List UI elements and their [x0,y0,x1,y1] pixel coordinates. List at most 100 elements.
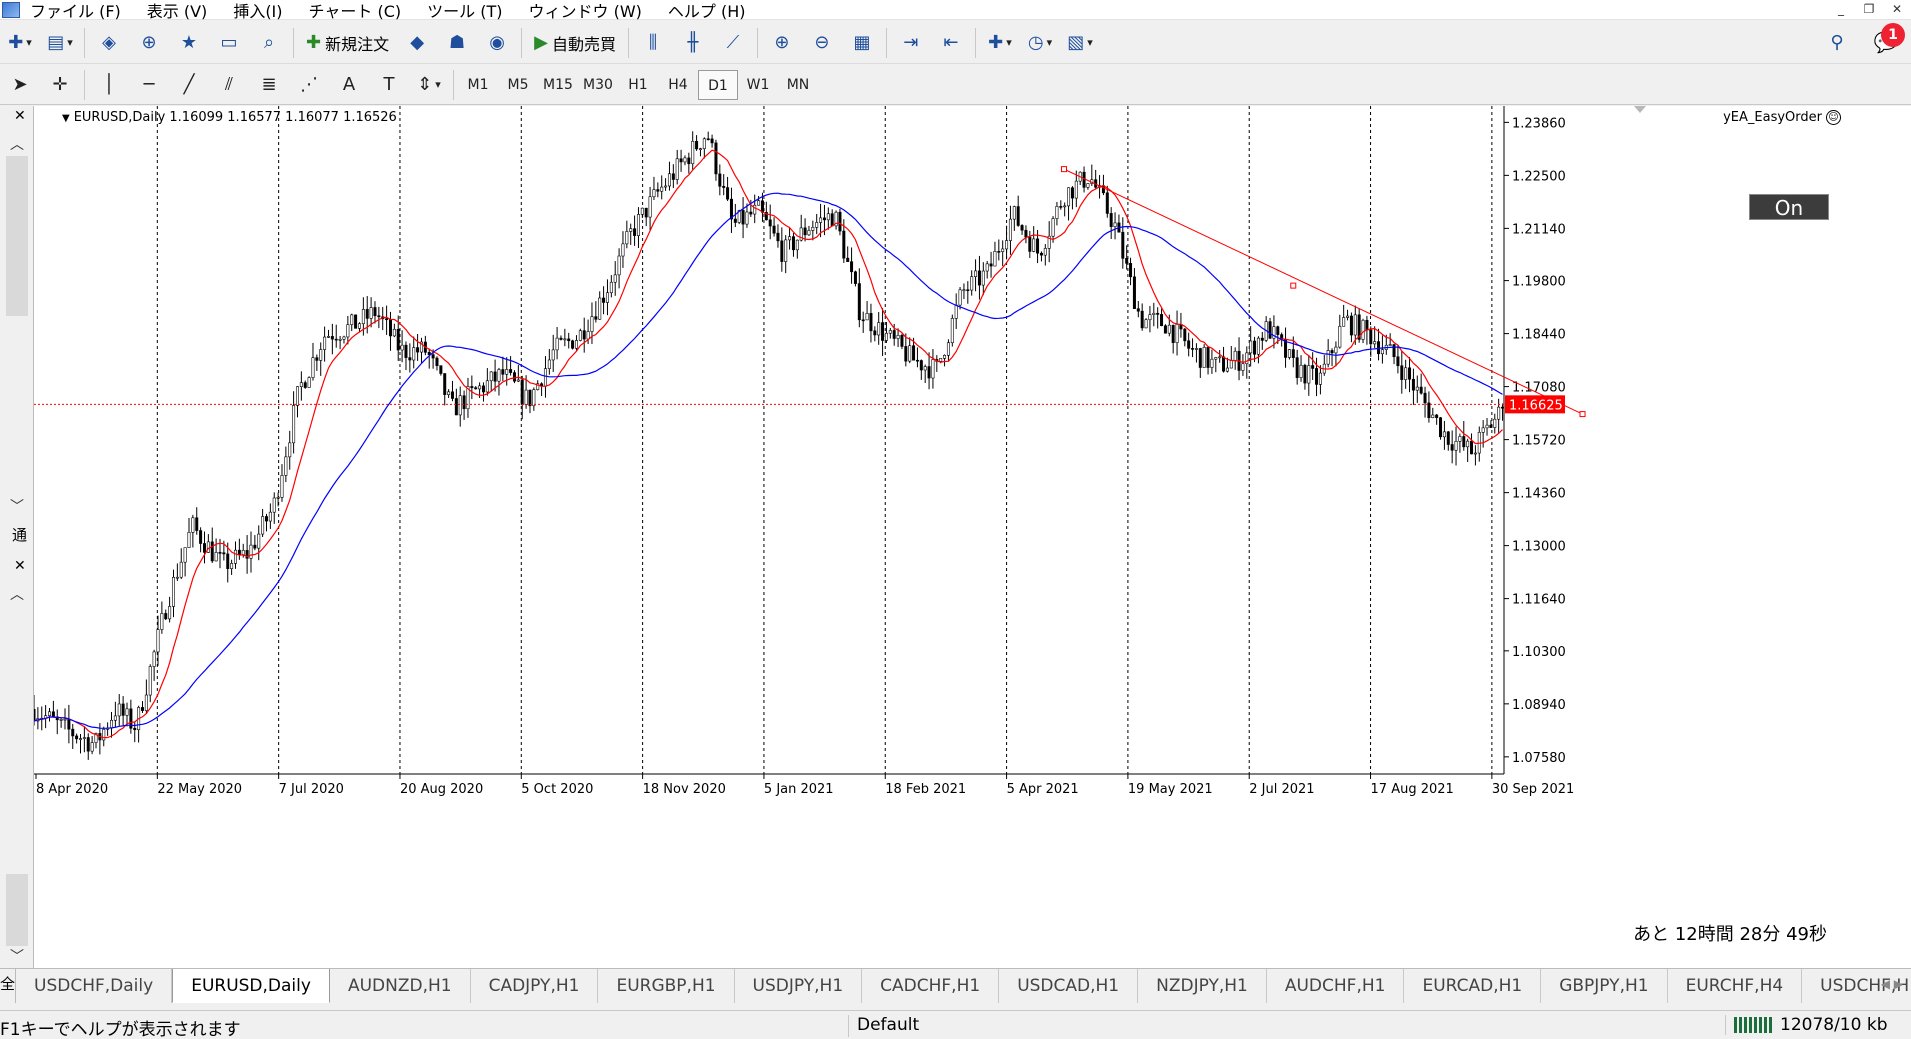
zoom-in-icon[interactable]: ⊕ [766,27,798,59]
menu-window[interactable]: ウィンドウ (W) [528,0,641,22]
period-d1[interactable]: D1 [698,69,738,100]
candle [788,227,792,250]
text-icon[interactable]: A [333,69,365,101]
candle [702,137,706,159]
candle [1005,225,1009,260]
market-watch-icon[interactable]: ◈ [93,27,125,59]
scroll-down-icon[interactable]: ﹀ [10,946,24,966]
chart-tab[interactable]: GBPJPY,H1 [1541,969,1668,1003]
scroll-up-icon[interactable]: ︿ [10,134,24,154]
tab-scroll-icon[interactable]: ◀ ▶ [1881,977,1903,991]
auto-scroll-icon[interactable]: ⇥ [895,27,927,59]
menu-tools[interactable]: ツール (T) [427,0,502,22]
candlestick-icon[interactable]: ╫ [677,27,709,59]
arrows-icon[interactable]: ⇕ [413,69,445,101]
restore-button[interactable]: ❐ [1855,0,1883,20]
text-label-icon[interactable]: T [373,69,405,101]
candle [888,327,892,339]
candle [51,700,55,718]
menu-chart[interactable]: チャート (C) [309,0,402,22]
period-m5[interactable]: M5 [498,70,538,100]
community-icon[interactable]: ◉ [481,27,513,59]
periods-icon[interactable]: ◷ [1024,27,1056,59]
crosshair-icon[interactable]: ✛ [44,69,76,101]
auto-trade-button[interactable]: ▶ 自動売買 [530,27,620,59]
period-m1[interactable]: M1 [458,70,498,100]
candle [578,328,582,342]
chart-tab[interactable]: EURGBP,H1 [598,969,735,1003]
candle [1070,186,1074,210]
chart-tab[interactable]: NZDJPY,H1 [1138,969,1267,1003]
bar-chart-icon[interactable]: ⫼ [637,27,669,59]
candle [853,270,857,287]
cursor-icon[interactable]: ➤ [4,69,36,101]
indicators-icon[interactable]: ✚ [984,27,1016,59]
menu-file[interactable]: ファイル (F) [30,0,121,22]
vertical-line-icon[interactable]: │ [93,69,125,101]
period-w1[interactable]: W1 [738,70,778,100]
chart-shift-icon[interactable]: ⇤ [935,27,967,59]
chart-tab[interactable]: EURCHF,H4 [1668,969,1803,1003]
period-m15[interactable]: M15 [538,70,578,100]
close-panel-icon[interactable]: ✕ [14,558,26,574]
new-chart-icon[interactable]: ✚ [4,27,36,59]
notification-button[interactable]: 💬1 [1871,23,1905,57]
chart-tab[interactable]: CADJPY,H1 [471,969,599,1003]
horizontal-line-icon[interactable]: ─ [133,69,165,101]
trendline-icon[interactable]: ╱ [173,69,205,101]
line-chart-icon[interactable]: ⟋ [717,27,749,59]
menu-view[interactable]: 表示 (V) [147,0,208,22]
left-panel: ✕ ︿ ﹀ 通 ✕ ︿ ﹀ [0,106,34,968]
scroll-down-icon[interactable]: ﹀ [10,496,24,516]
fibonacci-icon[interactable]: ≣ [253,69,285,101]
scrollbar-thumb[interactable] [6,874,28,946]
strategy-tester-icon[interactable]: ⌕ [253,27,285,59]
terminal-icon[interactable]: ▭ [213,27,245,59]
panel-tab-trade[interactable]: 通 [12,524,27,545]
toolbar-separator [453,69,454,100]
candle [1163,324,1167,334]
chart-tab[interactable]: EURCAD,H1 [1404,969,1542,1003]
collapse-triangle-icon[interactable]: ▼ [62,113,70,124]
chart-tab[interactable]: USDCHF,Daily [16,969,173,1003]
chart-tab[interactable]: AUDNZD,H1 [330,969,471,1003]
candle [1485,418,1489,436]
candle [1210,349,1214,374]
scroll-up-icon[interactable]: ︿ [10,584,24,604]
equidistant-channel-icon[interactable]: ⫽ [213,69,245,101]
chart-canvas[interactable]: 8 Apr 2020 22 May 2020 7 Jul 2020 20 Aug 20… [34,106,1911,968]
chart-tab[interactable]: CADCHF,H1 [862,969,1000,1003]
new-order-button[interactable]: ✚ 新規注文 [302,27,393,59]
ea-on-button[interactable]: On [1749,194,1829,220]
period-h4[interactable]: H4 [658,70,698,100]
menu-insert[interactable]: 挿入(I) [233,0,282,22]
chart-tab[interactable]: AUDCHF,H1 [1267,969,1405,1003]
close-button[interactable]: ✕ [1883,0,1911,20]
minimize-button[interactable]: _ [1827,0,1855,20]
fibonacci-fan-icon[interactable]: ⋰ [293,69,325,101]
candle [385,305,389,335]
period-m30[interactable]: M30 [578,70,618,100]
search-icon[interactable]: ⚲ [1821,26,1853,58]
candle [1171,324,1175,354]
chart-tab[interactable]: USDCAD,H1 [999,969,1139,1003]
navigator-icon[interactable]: ★ [173,27,205,59]
signals-icon[interactable]: ☗ [441,27,473,59]
period-h1[interactable]: H1 [618,70,658,100]
data-window-icon[interactable]: ⊕ [133,27,165,59]
tile-windows-icon[interactable]: ▦ [846,27,878,59]
chart-window[interactable]: 8 Apr 2020 22 May 2020 7 Jul 2020 20 Aug 20… [34,106,1911,968]
templates-icon[interactable]: ▧ [1064,27,1096,59]
menu-help[interactable]: ヘルプ (H) [668,0,746,22]
candle [834,210,838,230]
meta-editor-icon[interactable]: ◆ [401,27,433,59]
all-tab[interactable]: 全 [0,969,17,1003]
zoom-out-icon[interactable]: ⊖ [806,27,838,59]
period-mn[interactable]: MN [778,70,818,100]
close-panel-icon[interactable]: ✕ [14,108,26,124]
chart-tab[interactable]: USDJPY,H1 [735,969,863,1003]
chart-tab[interactable]: EURUSD,Daily [172,969,330,1003]
profiles-icon[interactable]: ▤ [44,27,76,59]
toolbar-separator [84,27,85,58]
scrollbar-thumb[interactable] [6,156,28,316]
